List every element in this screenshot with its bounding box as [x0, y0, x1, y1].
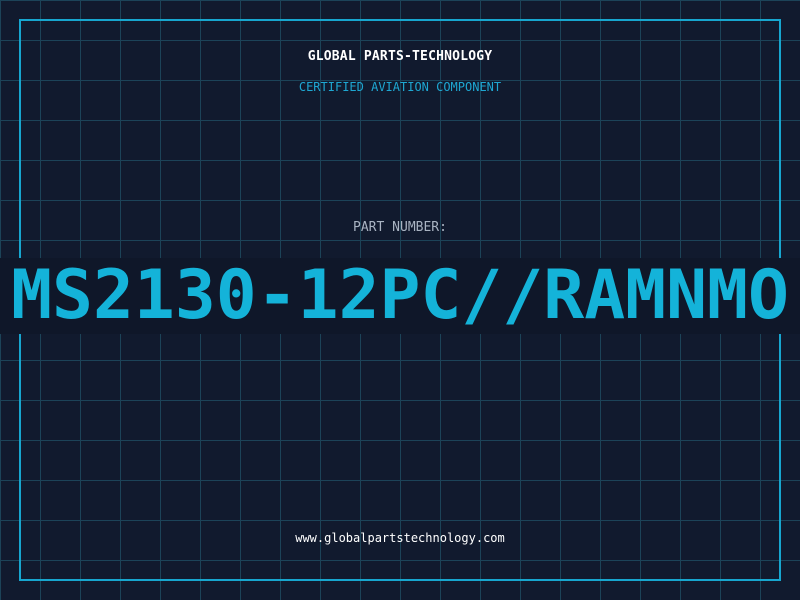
part-number-band: MS2130-12PC//RAMNMO	[0, 258, 800, 334]
part-number-label: PART NUMBER:	[353, 220, 447, 235]
part-number-value: MS2130-12PC//RAMNMO	[11, 258, 789, 334]
website-url: www.globalpartstechnology.com	[295, 531, 505, 545]
company-name: GLOBAL PARTS-TECHNOLOGY	[307, 49, 493, 64]
part-label-card: GLOBAL PARTS-TECHNOLOGY CERTIFIED AVIATI…	[0, 0, 800, 600]
certification-tagline: CERTIFIED AVIATION COMPONENT	[298, 80, 502, 94]
